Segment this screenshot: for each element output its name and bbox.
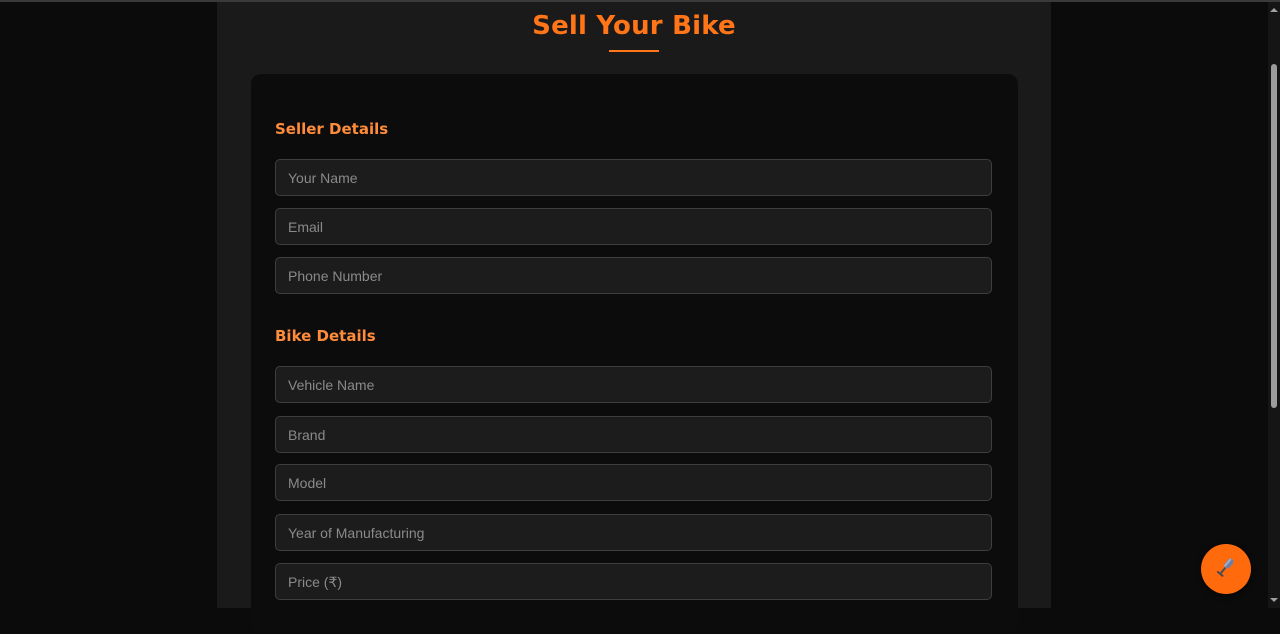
voice-assistant-button[interactable] bbox=[1201, 544, 1251, 594]
microphone-icon bbox=[1214, 555, 1238, 583]
your-name-input[interactable] bbox=[275, 159, 992, 196]
year-of-manufacturing-input[interactable] bbox=[275, 514, 992, 551]
bike-details-heading: Bike Details bbox=[275, 327, 376, 345]
email-input[interactable] bbox=[275, 208, 992, 245]
vertical-scrollbar[interactable] bbox=[1268, 2, 1280, 608]
brand-input[interactable] bbox=[275, 416, 992, 453]
page-title: Sell Your Bike bbox=[532, 11, 736, 41]
seller-details-heading: Seller Details bbox=[275, 120, 389, 138]
phone-number-input[interactable] bbox=[275, 257, 992, 294]
sell-bike-form: Seller Details Bike Details bbox=[251, 74, 1018, 634]
vehicle-name-input[interactable] bbox=[275, 366, 992, 403]
model-input[interactable] bbox=[275, 464, 992, 501]
price-input[interactable] bbox=[275, 563, 992, 600]
scroll-up-icon[interactable] bbox=[1268, 4, 1280, 16]
main-panel: Sell Your Bike Seller Details Bike Detai… bbox=[217, 2, 1051, 634]
scrollbar-thumb[interactable] bbox=[1271, 64, 1277, 408]
scroll-down-icon[interactable] bbox=[1268, 594, 1280, 606]
title-underline bbox=[609, 50, 659, 52]
